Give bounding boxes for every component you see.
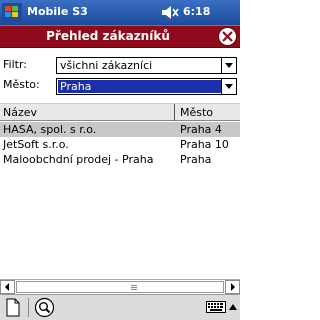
filtr-label: Filtr: <box>3 58 27 71</box>
close-icon <box>222 31 233 42</box>
app-title: Mobile S3 <box>27 5 88 18</box>
table-row[interactable]: Maloobchdní prodej - Praha Praha <box>0 152 240 167</box>
dialog-title: Přehled zákazníků <box>46 29 170 43</box>
mesto-dropdown[interactable]: Praha <box>56 78 237 95</box>
cell-name: Maloobchdní prodej - Praha <box>3 153 154 166</box>
chevron-left-icon <box>5 283 9 291</box>
filtr-value: všichni zákazníci <box>60 59 153 72</box>
table-row[interactable]: JetSoft s.r.o. Praha 10 <box>0 137 240 152</box>
filtr-dropdown[interactable]: všichni zákazníci <box>56 57 237 74</box>
column-header-name[interactable]: Název <box>3 106 37 119</box>
chevron-down-icon <box>225 63 233 68</box>
cell-city: Praha 4 <box>180 123 222 136</box>
mesto-dropdown-arrow[interactable] <box>221 79 236 94</box>
scroll-right-button[interactable] <box>225 280 240 294</box>
horizontal-scrollbar[interactable] <box>0 279 240 295</box>
column-divider[interactable] <box>174 104 175 121</box>
menu-separator <box>28 298 29 317</box>
keyboard-icon[interactable] <box>206 301 226 313</box>
new-document-icon[interactable] <box>5 298 21 317</box>
customer-table: Název Město HASA, spol. s r.o. Praha 4 J… <box>0 103 240 279</box>
mesto-label: Město: <box>3 78 40 91</box>
chevron-up-icon[interactable] <box>229 304 237 310</box>
mesto-value: Praha <box>58 80 222 93</box>
grip-icon <box>131 285 137 291</box>
table-header: Název Město <box>0 103 240 121</box>
title-bar: Mobile S3 6:18 <box>0 0 240 25</box>
close-button[interactable] <box>218 27 237 46</box>
speaker-icon[interactable] <box>160 4 180 21</box>
scrollbar-thumb[interactable] <box>16 281 224 293</box>
chevron-down-icon <box>225 84 233 89</box>
table-row[interactable]: HASA, spol. s r.o. Praha 4 <box>0 122 240 137</box>
cell-city: Praha <box>180 153 212 166</box>
chevron-right-icon <box>231 283 235 291</box>
cell-city: Praha 10 <box>180 138 229 151</box>
menu-bar <box>0 294 240 320</box>
cell-name: JetSoft s.r.o. <box>3 138 69 151</box>
dialog-header: Přehled zákazníků <box>0 25 240 48</box>
clock[interactable]: 6:18 <box>183 5 210 18</box>
filtr-dropdown-arrow[interactable] <box>221 58 236 73</box>
column-header-city[interactable]: Město <box>180 106 213 119</box>
scroll-left-button[interactable] <box>0 280 15 294</box>
cell-name: HASA, spol. s r.o. <box>3 123 97 136</box>
windows-flag-icon[interactable] <box>2 3 22 22</box>
search-icon[interactable] <box>34 297 55 318</box>
